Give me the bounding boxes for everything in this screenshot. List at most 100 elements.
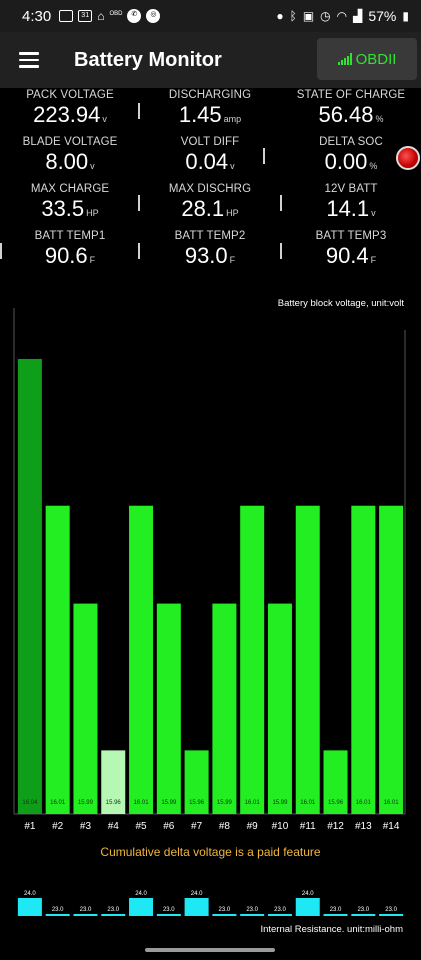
metric-label: BATT TEMP1 xyxy=(34,230,106,242)
resistance-value-label: 23.0 xyxy=(274,907,286,913)
metric-label: MAX DISCHRG xyxy=(168,183,252,195)
metric-unit: v xyxy=(102,114,107,124)
metric-label: BATT TEMP3 xyxy=(315,230,387,242)
bar-block-14[interactable] xyxy=(379,505,404,814)
menu-icon[interactable] xyxy=(0,32,58,88)
metric-unit: HP xyxy=(86,208,99,218)
metric-value: 1.45 xyxy=(178,102,222,127)
resistance-value-label: 24.0 xyxy=(191,891,203,897)
metric-batt-temp1: BATT TEMP1 90.6 F xyxy=(0,229,140,269)
metric-label: BATT TEMP2 xyxy=(174,230,246,242)
bar-block-13[interactable] xyxy=(351,505,376,814)
resistance-bar-9[interactable] xyxy=(240,914,265,916)
resistance-bar-7[interactable] xyxy=(184,898,209,916)
bar-block-3[interactable] xyxy=(73,603,98,814)
metric-unit: F xyxy=(229,255,236,265)
resistance-bar-2[interactable] xyxy=(45,914,70,916)
metric-label: 12V BATT xyxy=(324,183,378,195)
metric-label: PACK VOLTAGE xyxy=(26,89,114,101)
resistance-bar-10[interactable] xyxy=(267,914,292,916)
resistance-value-label: 23.0 xyxy=(246,907,258,913)
resistance-value-label: 24.0 xyxy=(135,891,147,897)
resistance-value-label: 23.0 xyxy=(385,907,397,913)
resistance-bar-6[interactable] xyxy=(156,914,181,916)
x-tick-label: #3 xyxy=(80,821,92,832)
resistance-bar-13[interactable] xyxy=(351,914,376,916)
bar-value-label: 16.01 xyxy=(134,800,150,806)
metric-volt-diff: VOLT DIFF 0.04 v xyxy=(140,135,280,175)
metric-state-of-charge: STATE OF CHARGE 56.48% xyxy=(281,88,421,128)
bar-block-11[interactable] xyxy=(295,505,320,814)
x-tick-label: #8 xyxy=(219,821,231,832)
metric-value-row: 90.6 F xyxy=(0,243,140,269)
bar-value-label: 15.99 xyxy=(78,800,94,806)
metric-divider xyxy=(280,243,282,259)
bar-block-5[interactable] xyxy=(129,505,154,814)
bar-block-10[interactable] xyxy=(267,603,292,814)
metrics-panel: PACK VOLTAGE 223.94 v DISCHARGING 1.45 amp STA… xyxy=(0,88,421,276)
metric-unit: v xyxy=(371,208,376,218)
metric-value-row: 0.04 v xyxy=(140,149,280,175)
alert-status-icon[interactable] xyxy=(396,146,420,170)
metric-label: STATE OF CHARGE xyxy=(296,89,406,101)
resistance-value-label: 24.0 xyxy=(302,891,314,897)
obd-button-label: OBDII xyxy=(355,50,397,68)
x-tick-label: #6 xyxy=(163,821,175,832)
metric-label: VOLT DIFF xyxy=(180,136,240,148)
resistance-value-label: 23.0 xyxy=(52,907,64,913)
bar-value-label: 15.96 xyxy=(189,800,205,806)
metric-value-row: 8.00 v xyxy=(0,149,140,175)
metric-value-row: 28.1 HP xyxy=(140,196,280,222)
bar-block-8[interactable] xyxy=(212,603,237,814)
resistance-label: Internal Resistance. unit:milli-ohm xyxy=(260,924,403,935)
resistance-value-label: 23.0 xyxy=(80,907,92,913)
home-gesture-handle[interactable] xyxy=(145,948,275,952)
resistance-value-label: 23.0 xyxy=(357,907,369,913)
metric-max-dischrg: MAX DISCHRG 28.1 HP xyxy=(140,182,280,222)
resistance-bar-14[interactable] xyxy=(379,914,404,916)
metric-unit: amp xyxy=(223,114,242,124)
metric-divider xyxy=(263,148,265,164)
metric-divider xyxy=(280,195,282,211)
bar-value-label: 16.04 xyxy=(22,800,38,806)
metric-unit: % xyxy=(375,114,384,124)
metric-batt-temp2: BATT TEMP2 93.0 F xyxy=(140,229,280,269)
bar-block-1[interactable] xyxy=(17,358,42,814)
bar-value-label: 15.99 xyxy=(217,800,233,806)
metric-unit: v xyxy=(230,161,235,171)
bar-value-label: 15.96 xyxy=(328,800,344,806)
resistance-bar-8[interactable] xyxy=(212,914,237,916)
resistance-bar-11[interactable] xyxy=(295,898,320,916)
resistance-bar-12[interactable] xyxy=(323,914,348,916)
battery-percent: 57% xyxy=(368,8,397,24)
chart-canvas: 16.04 #1 16.01 #2 15.99 #3 15.96 #4 16.01 #5 15.99… xyxy=(13,308,406,832)
signal-strength-icon xyxy=(337,53,352,65)
obd-connect-button[interactable]: OBDII xyxy=(317,38,417,80)
bar-block-6[interactable] xyxy=(156,603,181,814)
status-time: 4:30 xyxy=(22,7,52,25)
metric-unit: v xyxy=(90,161,95,171)
location-icon: ● xyxy=(276,9,284,23)
resistance-bar-1[interactable] xyxy=(17,898,42,916)
metric-pack-voltage: PACK VOLTAGE 223.94 v xyxy=(0,88,140,128)
metric-divider xyxy=(138,195,140,211)
bar-block-9[interactable] xyxy=(240,505,265,814)
resistance-bar-5[interactable] xyxy=(129,898,154,916)
paid-feature-note[interactable]: Cumulative delta voltage is a paid featu… xyxy=(0,845,421,859)
bluetooth-icon: ᛒ xyxy=(289,9,297,23)
x-tick-label: #11 xyxy=(300,821,316,832)
bar-block-2[interactable] xyxy=(45,505,70,814)
metric-value-row: 93.0 F xyxy=(140,243,280,269)
message-icon xyxy=(59,10,74,22)
metric-unit: F xyxy=(89,255,96,265)
resistance-value-label: 24.0 xyxy=(24,891,36,897)
metric-value: 90.6 xyxy=(44,243,88,268)
metric-max-charge: MAX CHARGE 33.5 HP xyxy=(0,182,140,222)
metric-value: 223.94 xyxy=(33,102,101,127)
x-tick-label: #4 xyxy=(108,821,120,832)
x-tick-label: #2 xyxy=(52,821,64,832)
google-home-icon: ⌂ xyxy=(97,9,105,23)
resistance-bar-3[interactable] xyxy=(73,914,98,916)
resistance-bar-4[interactable] xyxy=(101,914,126,916)
metric-discharging: DISCHARGING 1.45 amp xyxy=(140,88,280,128)
